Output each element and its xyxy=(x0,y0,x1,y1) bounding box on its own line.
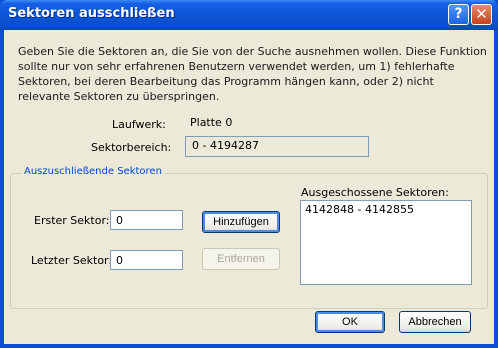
list-item[interactable]: 4142848 - 4142855 xyxy=(305,203,467,216)
first-sector-input[interactable]: 0 xyxy=(110,210,183,230)
first-sector-label: Erster Sektor: xyxy=(34,214,110,227)
ok-button[interactable]: OK xyxy=(315,311,385,333)
add-button[interactable]: Hinzufügen xyxy=(202,211,280,233)
description-text: Geben Sie die Sektoren an, die Sie von d… xyxy=(18,45,487,103)
exclude-group-title: Auszuschließende Sektoren xyxy=(22,166,164,177)
dialog-window: Sektoren ausschließen ? ✕ Geben Sie die … xyxy=(0,0,498,348)
last-sector-label: Letzter Sektor: xyxy=(31,254,113,267)
drive-label: Laufwerk: xyxy=(112,118,166,131)
dialog-body: Geben Sie die Sektoren an, die Sie von d… xyxy=(4,30,494,344)
sector-range-label: Sektorbereich: xyxy=(91,141,172,154)
window-title: Sektoren ausschließen xyxy=(8,6,175,21)
cancel-button[interactable]: Abbrechen xyxy=(399,311,471,333)
sector-range-field: 0 - 4194287 xyxy=(185,136,369,157)
last-sector-input[interactable]: 0 xyxy=(110,250,183,270)
close-button[interactable]: ✕ xyxy=(471,4,492,25)
remove-button[interactable]: Entfernen xyxy=(202,248,280,270)
drive-value: Platte 0 xyxy=(190,116,233,129)
title-bar[interactable]: Sektoren ausschließen ? ✕ xyxy=(0,0,498,30)
excluded-sectors-label: Ausgeschossene Sektoren: xyxy=(301,186,449,199)
help-button[interactable]: ? xyxy=(448,4,469,25)
excluded-sectors-list[interactable]: 4142848 - 4142855 xyxy=(300,200,472,285)
